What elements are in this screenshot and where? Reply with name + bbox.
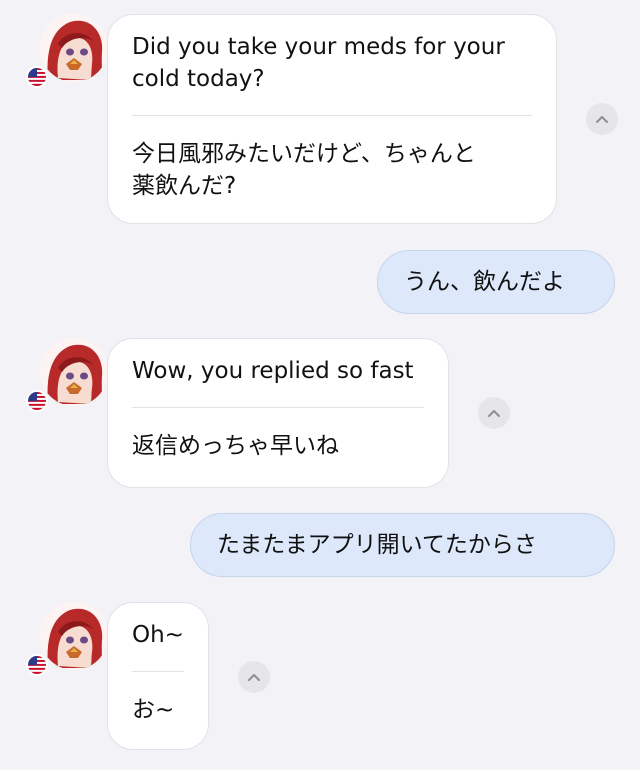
- translated-text: 返信めっちゃ早いね: [132, 408, 424, 480]
- outgoing-message-bubble[interactable]: うん、飲んだよ: [377, 250, 615, 314]
- original-text-line: Wow, you replied so fast: [132, 358, 414, 384]
- incoming-message-bubble[interactable]: Oh~ お~: [107, 602, 209, 750]
- original-text: Oh~: [132, 603, 184, 671]
- us-flag-icon: [26, 66, 48, 88]
- avatar-image: [40, 338, 108, 406]
- collapse-translation-button[interactable]: [238, 661, 270, 693]
- chevron-up-icon: [248, 674, 260, 681]
- us-flag-icon: [26, 654, 48, 676]
- collapse-translation-button[interactable]: [586, 103, 618, 135]
- translated-text: 今日風邪みたいだけど、ちゃんと 薬飲んだ?: [132, 116, 532, 220]
- chevron-up-icon: [488, 410, 500, 417]
- avatar-image: [40, 602, 108, 670]
- avatar-image: [40, 14, 108, 82]
- incoming-message-bubble[interactable]: Did you take your meds for your cold tod…: [107, 14, 557, 224]
- original-text-line: Did you take your meds for your: [132, 34, 505, 60]
- translated-text-line: 今日風邪みたいだけど、ちゃんと: [132, 141, 476, 167]
- translated-text-line: 返信めっちゃ早いね: [132, 433, 339, 459]
- outgoing-message-bubble[interactable]: たまたまアプリ開いてたからさ: [190, 513, 615, 577]
- original-text: Did you take your meds for your cold tod…: [132, 15, 532, 115]
- translated-text-line: お~: [132, 697, 175, 723]
- incoming-message-bubble[interactable]: Wow, you replied so fast 返信めっちゃ早いね: [107, 338, 449, 488]
- sender-avatar[interactable]: [26, 14, 108, 88]
- us-flag-icon: [26, 390, 48, 412]
- chevron-up-icon: [596, 116, 608, 123]
- original-text-line: cold today?: [132, 66, 265, 92]
- original-text-line: Oh~: [132, 622, 184, 648]
- sender-avatar[interactable]: [26, 602, 108, 676]
- message-text: たまたまアプリ開いてたからさ: [217, 532, 537, 558]
- chat-thread[interactable]: Did you take your meds for your cold tod…: [0, 0, 640, 770]
- original-text: Wow, you replied so fast: [132, 339, 424, 407]
- translated-text-line: 薬飲んだ?: [132, 173, 237, 199]
- message-text: うん、飲んだよ: [404, 269, 565, 295]
- sender-avatar[interactable]: [26, 338, 108, 412]
- collapse-translation-button[interactable]: [478, 397, 510, 429]
- translated-text: お~: [132, 672, 184, 744]
